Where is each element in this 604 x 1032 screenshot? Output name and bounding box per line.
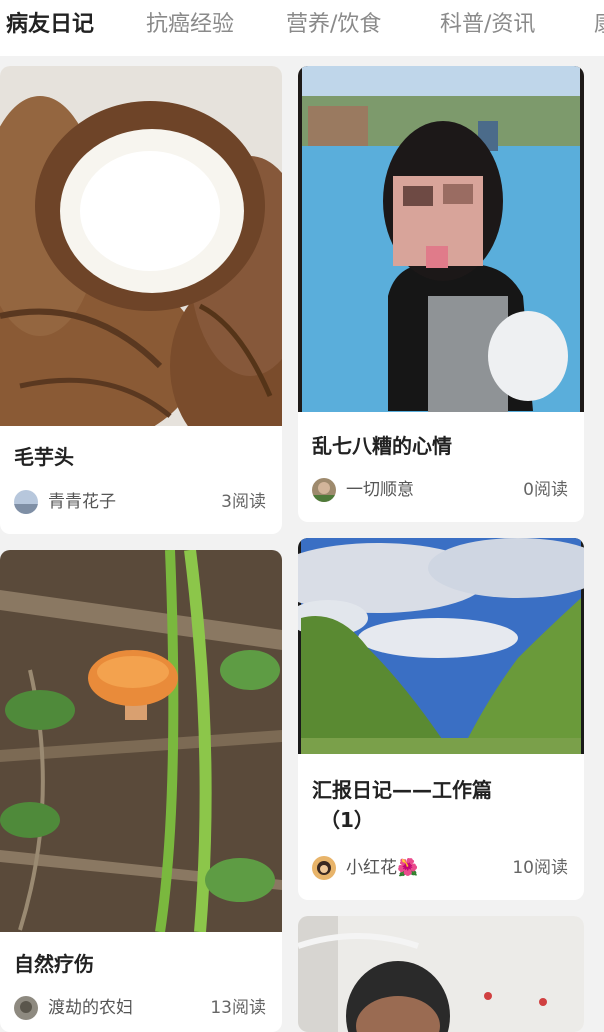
post-card[interactable]: 毛芋头 青青花子 3阅读 [0,66,282,534]
post-card[interactable] [298,916,584,1032]
author-name: 小红花🌺 [346,858,419,878]
tab-patient-diary[interactable]: 病友日记 [6,10,94,40]
post-title: 毛芋头 [14,445,74,469]
read-count: 3阅读 [221,492,266,512]
author-avatar [312,478,336,502]
post-card[interactable]: 汇报日记——工作篇 （1） 小红花🌺 10阅读 [298,538,584,900]
post-image-mushroom [0,550,282,932]
post-meta: 小红花🌺 10阅读 [312,854,568,882]
post-card[interactable]: 乱七八糟的心情 一切顺意 0阅读 [298,66,584,522]
post-title: 自然疗伤 [14,952,94,976]
post-image-pool-selfie [298,66,584,412]
post-image-taro [0,66,282,426]
tab-nutrition-diet[interactable]: 营养/饮食 [286,10,381,40]
author-name: 青青花子 [48,492,116,512]
read-count: 13阅读 [210,998,266,1018]
post-meta: 渡劫的农妇 13阅读 [14,994,266,1022]
post-title: 汇报日记——工作篇 [312,778,492,802]
author-name: 渡劫的农妇 [48,998,133,1018]
author-name: 一切顺意 [346,480,414,500]
post-meta: 一切顺意 0阅读 [312,476,568,504]
author-avatar [14,490,38,514]
author-avatar [312,856,336,880]
post-card[interactable]: 自然疗伤 渡劫的农妇 13阅读 [0,550,282,1032]
tab-partial-next[interactable]: 康 [594,10,604,40]
category-tabs: 病友日记 抗癌经验 营养/饮食 科普/资讯 康 [0,0,604,56]
post-image-indoor-portrait [298,916,584,1032]
author-avatar [14,996,38,1020]
post-image-sky-trees [298,538,584,754]
post-title-continued: （1） [320,808,374,832]
read-count: 10阅读 [512,858,568,878]
post-meta: 青青花子 3阅读 [14,488,266,516]
read-count: 0阅读 [523,480,568,500]
post-title: 乱七八糟的心情 [312,434,452,458]
tab-science-news[interactable]: 科普/资讯 [440,10,535,40]
tab-anti-cancer-experience[interactable]: 抗癌经验 [146,10,234,40]
